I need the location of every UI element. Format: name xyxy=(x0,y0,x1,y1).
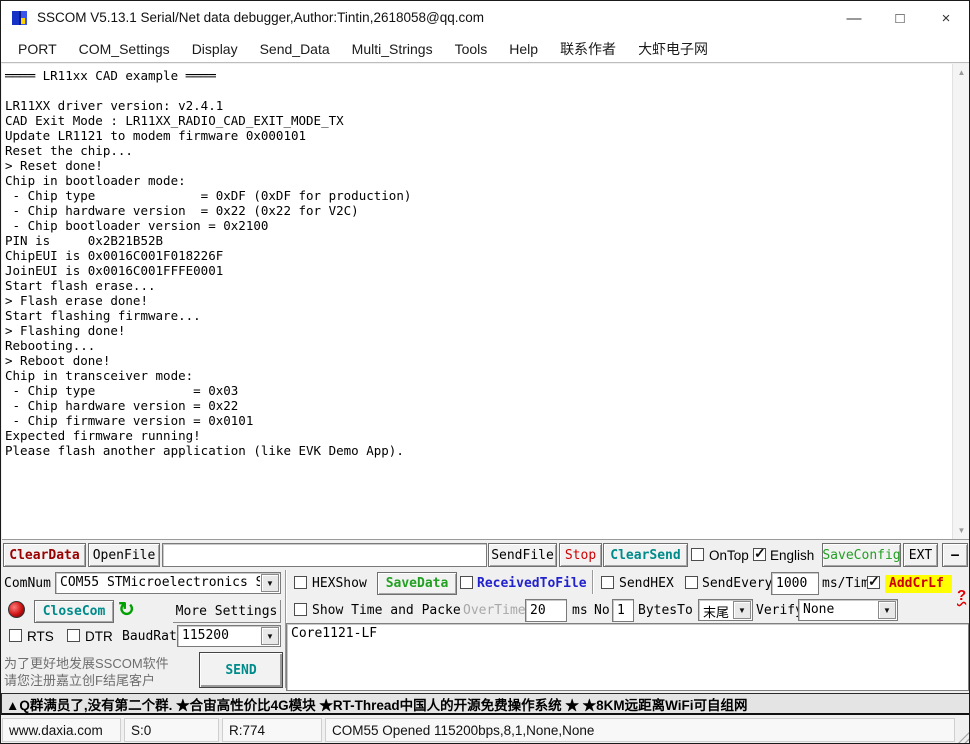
chevron-down-icon[interactable]: ▼ xyxy=(261,627,279,645)
clear-data-button[interactable]: ClearData xyxy=(3,543,86,567)
chevron-down-icon[interactable]: ▼ xyxy=(878,601,896,619)
comnum-label: ComNum xyxy=(4,576,51,591)
verify-label: Verify xyxy=(756,603,803,618)
english-checkbox[interactable] xyxy=(753,548,766,561)
port-select-value: COM55 STMicroelectronics S' xyxy=(60,575,260,590)
dtr-checkbox[interactable] xyxy=(67,629,80,642)
append-pos-value: 末尾 xyxy=(703,602,732,621)
app-window: SSCOM V5.13.1 Serial/Net data debugger,A… xyxy=(0,0,970,744)
save-config-button[interactable]: SaveConfig xyxy=(822,543,901,567)
dtr-label[interactable]: DTR xyxy=(85,629,113,644)
chevron-down-icon[interactable]: ▼ xyxy=(733,601,751,619)
send-hex-label[interactable]: SendHEX xyxy=(619,576,674,591)
show-time-checkbox[interactable] xyxy=(294,603,307,616)
status-received-count: R:774 xyxy=(222,718,322,742)
status-port-state: COM55 Opened 115200bps,8,1,None,None xyxy=(325,718,955,742)
bytes-to-label: BytesTo xyxy=(638,603,693,618)
interval-unit-label: ms/Tim xyxy=(822,576,869,591)
hex-show-label[interactable]: HEXShow xyxy=(312,576,367,591)
collapse-panel-button[interactable]: — xyxy=(942,543,968,567)
chevron-down-icon[interactable]: ▼ xyxy=(261,574,279,592)
menu-daxia-site[interactable]: 大虾电子网 xyxy=(627,39,719,59)
send-button[interactable]: SEND xyxy=(199,652,283,688)
status-website: www.daxia.com xyxy=(2,718,121,742)
send-every-label[interactable]: SendEvery: xyxy=(702,576,780,591)
app-icon xyxy=(11,9,29,27)
status-sent-count: S:0 xyxy=(124,718,219,742)
receive-terminal: ════ LR11xx CAD example ════ LR11XX driv… xyxy=(2,64,969,540)
clear-send-button[interactable]: ClearSend xyxy=(603,543,688,567)
row-divider xyxy=(592,570,594,594)
scroll-down-icon[interactable]: ▼ xyxy=(953,522,970,539)
overtime-label: OverTime: xyxy=(463,603,533,618)
port-select[interactable]: COM55 STMicroelectronics S' ▼ xyxy=(55,572,281,594)
announcement-bar: ▲Q群满员了,没有第二个群. ★合宙高性价比4G模块 ★RT-Thread中国人… xyxy=(1,693,970,715)
menu-send-data[interactable]: Send_Data xyxy=(249,41,341,57)
more-settings-button[interactable]: More Settings xyxy=(173,600,281,623)
add-crlf-checkbox[interactable] xyxy=(867,576,880,589)
menu-com-settings[interactable]: COM_Settings xyxy=(68,41,181,57)
menu-bar: PORT COM_Settings Display Send_Data Mult… xyxy=(1,36,969,63)
minimize-button[interactable]: — xyxy=(831,1,877,36)
terminal-text: ════ LR11xx CAD example ════ LR11XX driv… xyxy=(5,68,411,458)
resize-grip[interactable] xyxy=(957,731,970,744)
send-file-button[interactable]: SendFile xyxy=(488,543,557,567)
close-button[interactable]: × xyxy=(923,1,969,36)
refresh-ports-icon[interactable]: ↻ xyxy=(118,597,135,622)
baud-rate-label: BaudRat xyxy=(122,629,177,644)
help-question-icon[interactable]: ? xyxy=(957,587,966,604)
send-every-checkbox[interactable] xyxy=(685,576,698,589)
on-top-label[interactable]: OnTop xyxy=(709,548,749,563)
no-label: No xyxy=(594,603,610,618)
maximize-button[interactable]: □ xyxy=(877,1,923,36)
rts-checkbox[interactable] xyxy=(9,629,22,642)
open-file-button[interactable]: OpenFile xyxy=(88,543,160,567)
com-open-indicator xyxy=(8,601,25,618)
menu-tools[interactable]: Tools xyxy=(444,41,499,57)
overtime-input[interactable]: 20 xyxy=(525,599,567,622)
status-bar: www.daxia.com S:0 R:774 COM55 Opened 115… xyxy=(1,716,970,744)
interval-input[interactable]: 1000 xyxy=(771,572,819,595)
rts-label[interactable]: RTS xyxy=(27,629,54,644)
menu-port[interactable]: PORT xyxy=(7,41,68,57)
register-note-line2: 请您注册嘉立创F结尾客户 xyxy=(4,670,155,689)
on-top-checkbox[interactable] xyxy=(691,548,704,561)
english-label[interactable]: English xyxy=(770,548,814,563)
verify-value: None xyxy=(803,602,877,617)
menu-contact-author[interactable]: 联系作者 xyxy=(549,39,627,59)
window-title: SSCOM V5.13.1 Serial/Net data debugger,A… xyxy=(37,10,484,25)
close-com-button[interactable]: CloseCom xyxy=(34,600,114,623)
baud-rate-value: 115200 xyxy=(182,628,260,643)
scroll-up-icon[interactable]: ▲ xyxy=(953,64,970,81)
vertical-scrollbar[interactable]: ▲ ▼ xyxy=(952,64,969,539)
hex-show-checkbox[interactable] xyxy=(294,576,307,589)
baud-rate-select[interactable]: 115200 ▼ xyxy=(177,625,281,647)
stop-button[interactable]: Stop xyxy=(559,543,602,567)
append-pos-select[interactable]: 末尾 ▼ xyxy=(698,599,753,621)
ext-button[interactable]: EXT xyxy=(903,543,938,567)
send-hex-checkbox[interactable] xyxy=(601,576,614,589)
show-time-label[interactable]: Show Time and Packe xyxy=(312,603,461,618)
byte-index-input[interactable]: 1 xyxy=(612,599,634,622)
menu-multi-strings[interactable]: Multi_Strings xyxy=(341,41,444,57)
title-bar: SSCOM V5.13.1 Serial/Net data debugger,A… xyxy=(1,1,969,36)
save-data-button[interactable]: SaveData xyxy=(377,572,457,595)
received-to-file-checkbox[interactable] xyxy=(460,576,473,589)
menu-display[interactable]: Display xyxy=(181,41,249,57)
received-to-file-label[interactable]: ReceivedToFile xyxy=(477,576,587,591)
add-crlf-label[interactable]: AddCrLf xyxy=(885,575,952,593)
send-text-input[interactable]: Core1121-LF xyxy=(286,623,969,691)
verify-select[interactable]: None ▼ xyxy=(798,599,898,621)
file-path-input[interactable] xyxy=(162,543,487,567)
overtime-unit-label: ms xyxy=(572,603,588,618)
menu-help[interactable]: Help xyxy=(498,41,549,57)
